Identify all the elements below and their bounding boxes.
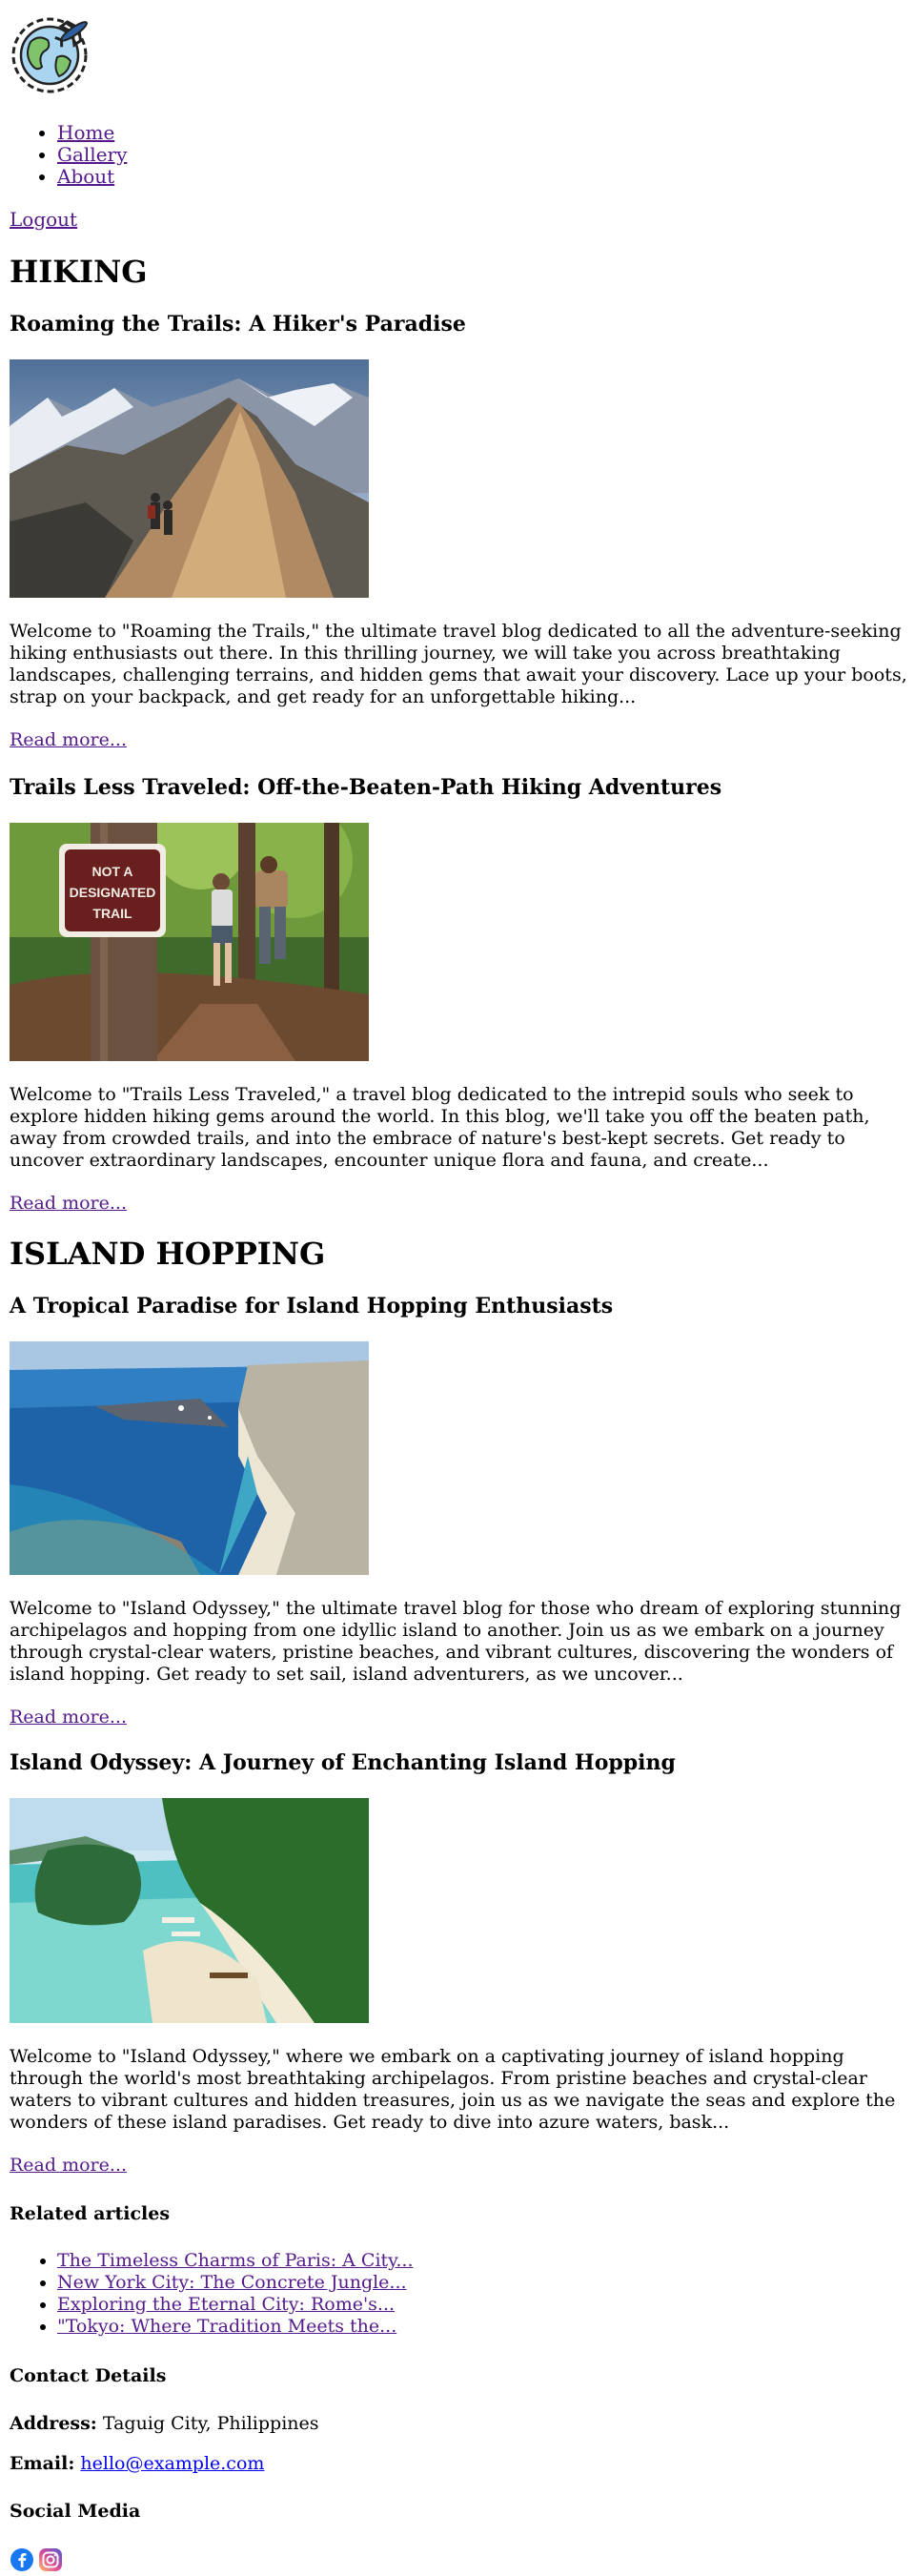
nav-item-gallery: Gallery xyxy=(57,144,127,166)
nav-link-home[interactable]: Home xyxy=(57,121,114,144)
nav-link-about[interactable]: About xyxy=(57,165,114,188)
sign-line-2: DESIGNATED xyxy=(70,885,156,900)
main-nav: Home Gallery About xyxy=(57,122,127,188)
related-article-link[interactable]: "Tokyo: Where Tradition Meets the... xyxy=(57,2316,396,2337)
contact-address: Address: Taguig City, Philippines xyxy=(10,2412,319,2435)
read-more-link[interactable]: Read more... xyxy=(10,729,127,751)
contact-email: Email: hello@example.com xyxy=(10,2452,264,2475)
post-image-forest-trail: NOT A DESIGNATED TRAIL xyxy=(10,823,369,1061)
nav-item-home: Home xyxy=(57,122,127,144)
post-excerpt: Welcome to "Trails Less Traveled," a tra… xyxy=(10,1084,870,1171)
social-media-title: Social Media xyxy=(10,2501,141,2522)
related-articles-list: The Timeless Charms of Paris: A City... … xyxy=(10,2250,414,2338)
post-title: Island Odyssey: A Journey of Enchanting … xyxy=(10,1750,676,1775)
read-more-link[interactable]: Read more... xyxy=(10,1193,127,1215)
related-article-link[interactable]: The Timeless Charms of Paris: A City... xyxy=(57,2250,414,2271)
list-item: New York City: The Concrete Jungle... xyxy=(57,2272,414,2294)
post-excerpt: Welcome to "Roaming the Trails," the ult… xyxy=(10,621,907,707)
sign-line-1: NOT A xyxy=(91,864,132,879)
nav-link-gallery[interactable]: Gallery xyxy=(57,143,127,166)
section-title-hiking: HIKING xyxy=(10,254,148,290)
related-article-link[interactable]: New York City: The Concrete Jungle... xyxy=(57,2272,407,2293)
read-more-link[interactable]: Read more... xyxy=(10,2155,127,2177)
sign-line-3: TRAIL xyxy=(92,906,132,921)
address-value: Taguig City, Philippines xyxy=(102,2413,319,2434)
post-image-coastal-cove xyxy=(10,1341,369,1575)
related-articles-title: Related articles xyxy=(10,2203,171,2224)
globe-airplane-icon xyxy=(11,17,88,93)
facebook-icon[interactable] xyxy=(10,2547,34,2576)
site-logo xyxy=(10,13,97,95)
post-image-tropical-beach xyxy=(10,1798,369,2023)
nav-item-about: About xyxy=(57,166,127,188)
list-item: Exploring the Eternal City: Rome's... xyxy=(57,2294,414,2316)
instagram-icon[interactable] xyxy=(38,2547,63,2576)
post-title: Roaming the Trails: A Hiker's Paradise xyxy=(10,312,466,337)
section-title-island-hopping: ISLAND HOPPING xyxy=(10,1236,326,1272)
list-item: The Timeless Charms of Paris: A City... xyxy=(57,2250,414,2272)
post-title: Trails Less Traveled: Off-the-Beaten-Pat… xyxy=(10,775,722,800)
social-icons xyxy=(10,2547,63,2576)
post-excerpt: Welcome to "Island Odyssey," where we em… xyxy=(10,2046,896,2133)
post-image-mountain-hikers xyxy=(10,359,369,598)
email-label: Email: xyxy=(10,2453,75,2474)
contact-details-title: Contact Details xyxy=(10,2365,167,2386)
post-title: A Tropical Paradise for Island Hopping E… xyxy=(10,1294,614,1319)
read-more-link[interactable]: Read more... xyxy=(10,1707,127,1728)
address-label: Address: xyxy=(10,2413,97,2434)
email-link[interactable]: hello@example.com xyxy=(80,2453,264,2474)
related-article-link[interactable]: Exploring the Eternal City: Rome's... xyxy=(57,2294,395,2315)
post-excerpt: Welcome to "Island Odyssey," the ultimat… xyxy=(10,1598,902,1685)
logout-link[interactable]: Logout xyxy=(10,208,77,231)
list-item: "Tokyo: Where Tradition Meets the... xyxy=(57,2316,414,2338)
